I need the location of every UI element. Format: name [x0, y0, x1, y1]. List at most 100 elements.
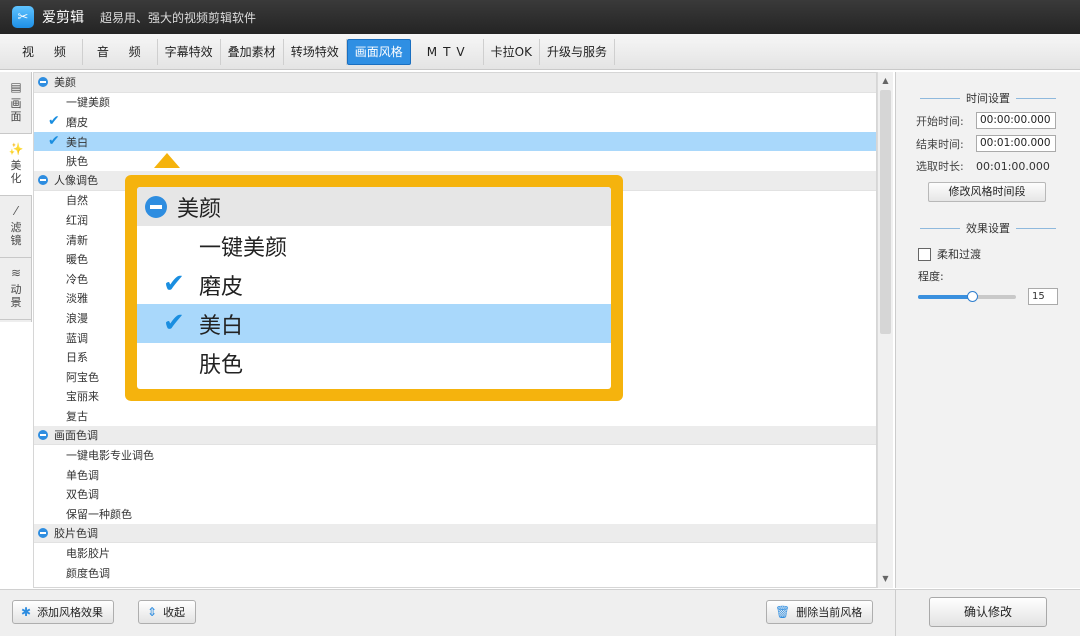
tab-transition-effects[interactable]: 转场特效 [284, 38, 347, 65]
item-label: 肤色 [66, 155, 88, 169]
scroll-up-icon[interactable]: ▲ [878, 74, 893, 88]
item-label: 日系 [66, 351, 88, 365]
list-item[interactable]: 保留一种颜色 [34, 504, 876, 524]
callout-item: 肤色 [137, 343, 611, 382]
duration-label: 选取时长: [916, 160, 964, 173]
tab-upgrade-service[interactable]: 升级与服务 [540, 38, 615, 65]
side-tab-label: 美化 [10, 159, 22, 185]
item-label: 自然 [66, 194, 88, 208]
tab-mtv[interactable]: MTV [411, 38, 484, 65]
start-time-label: 开始时间: [916, 114, 964, 128]
list-scrollbar[interactable]: ▲ ▼ [877, 72, 893, 588]
duration-value: 00:01:00.000 [976, 159, 1050, 173]
list-item[interactable]: 复古 [34, 406, 876, 426]
item-label: 复古 [66, 409, 88, 423]
degree-value-input[interactable]: 15 [1028, 288, 1058, 305]
scroll-down-icon[interactable]: ▼ [878, 572, 893, 586]
duration-row: 选取时长: 00:01:00.000 [916, 158, 1080, 174]
side-tab-label: 滤镜 [10, 221, 22, 247]
list-item[interactable]: 一键电影专业调色 [34, 445, 876, 465]
group-label: 画面色调 [54, 428, 98, 442]
group-header-picture-tone[interactable]: 画面色调 [34, 425, 876, 446]
add-effect-icon: ✱ [21, 605, 32, 619]
group-header-film-tone[interactable]: 胶片色调 [34, 523, 876, 544]
callout-item-label: 美白 [199, 313, 244, 339]
group-label: 人像调色 [54, 174, 98, 188]
soft-transition-checkbox[interactable] [918, 247, 931, 261]
tab-overlay-materials[interactable]: 叠加素材 [221, 38, 284, 65]
list-item[interactable]: ✔ 磨皮 [34, 112, 876, 132]
end-time-label: 结束时间: [916, 137, 964, 151]
item-label: 颜度色调 [66, 566, 110, 580]
item-label: 浪漫 [66, 311, 88, 325]
degree-slider[interactable] [918, 290, 1016, 302]
collapse-button[interactable]: ⇕ 收起 [138, 600, 197, 624]
tab-picture-style[interactable]: 画面风格 [346, 38, 411, 65]
item-label: 淡雅 [66, 292, 88, 306]
check-icon: ✔ [48, 132, 60, 149]
effect-settings-title: 效果设置 [896, 220, 1080, 236]
tab-video[interactable]: 视 频 [8, 38, 83, 65]
list-item[interactable]: 双色调 [34, 484, 876, 504]
add-style-label: 添加风格效果 [37, 606, 104, 619]
check-icon: ✔ [163, 269, 185, 299]
side-tab-picture[interactable]: ▤ 画面 [0, 72, 32, 134]
item-label: 蓝调 [66, 331, 88, 345]
start-time-input[interactable]: 00:00:00.000 [976, 112, 1056, 129]
side-tab-label: 画面 [10, 97, 22, 123]
list-item-selected[interactable]: ✔ 美白 [34, 131, 876, 152]
degree-label: 程度: [918, 270, 944, 283]
item-label: 红润 [66, 213, 88, 227]
side-tab-bar: ▤ 画面 ✨ 美化 ⁄ 滤镜 ≋ 动景 [0, 72, 32, 322]
add-style-button[interactable]: ✱ 添加风格效果 [12, 600, 115, 624]
check-icon: ✔ [163, 308, 185, 338]
trash-icon: 🗑 [775, 605, 791, 619]
callout-group-label: 美颜 [177, 196, 222, 222]
collapse-arrows-icon: ⇕ [147, 605, 158, 619]
callout-group-header: 美颜 [137, 187, 611, 226]
item-label: 阿宝色 [66, 370, 99, 384]
app-name: 爱剪辑 [42, 10, 84, 26]
collapse-icon [38, 175, 48, 186]
callout-item: ✔ 磨皮 [137, 265, 611, 304]
check-icon: ✔ [48, 113, 60, 130]
bottom-right-area: 确认修改 [895, 589, 1080, 636]
delete-style-button[interactable]: 🗑 删除当前风格 [766, 600, 874, 624]
scrollbar-thumb[interactable] [880, 90, 891, 334]
end-time-row: 结束时间: 00:01:00.000 [916, 135, 1080, 152]
callout-pointer [154, 153, 180, 168]
list-item[interactable]: 单色调 [34, 465, 876, 485]
modify-period-button[interactable]: 修改风格时间段 [928, 182, 1046, 202]
collapse-icon [38, 77, 48, 88]
item-label: 保留一种颜色 [66, 507, 132, 521]
zoom-callout: 美颜 一键美颜 ✔ 磨皮 ✔ 美白 肤色 [125, 175, 623, 401]
slider-knob[interactable] [966, 290, 978, 302]
item-label: 清新 [66, 233, 88, 247]
degree-slider-row: 15 [918, 288, 1080, 305]
list-item[interactable]: 电影胶片 [34, 543, 876, 563]
tab-audio[interactable]: 音 频 [83, 38, 158, 65]
side-tab-beautify[interactable]: ✨ 美化 [0, 134, 32, 196]
magic-wand-icon: ✨ [8, 142, 24, 156]
group-label: 胶片色调 [54, 526, 98, 540]
item-label: 双色调 [66, 488, 99, 502]
item-label: 单色调 [66, 468, 99, 482]
time-settings-title: 时间设置 [896, 90, 1080, 106]
wand-icon: ⁄ [14, 204, 17, 218]
collapse-icon [38, 527, 48, 538]
soft-transition-label: 柔和过渡 [937, 248, 981, 261]
slider-fill [918, 294, 972, 299]
group-header-beauty[interactable]: 美颜 [34, 73, 876, 93]
side-tab-filter[interactable]: ⁄ 滤镜 [0, 196, 32, 258]
tab-karaoke[interactable]: 卡拉OK [484, 38, 540, 65]
side-tab-motion[interactable]: ≋ 动景 [0, 258, 32, 320]
tab-subtitle-effects[interactable]: 字幕特效 [158, 38, 221, 65]
item-label: 一键电影专业调色 [66, 449, 154, 463]
list-item[interactable]: 一键美颜 [34, 93, 876, 113]
item-label: 磨皮 [66, 115, 88, 129]
callout-item-selected: ✔ 美白 [137, 304, 611, 343]
list-item[interactable]: 颜度色调 [34, 563, 876, 583]
group-label: 美颜 [54, 76, 76, 90]
end-time-input[interactable]: 00:01:00.000 [976, 135, 1056, 152]
confirm-modify-button[interactable]: 确认修改 [929, 597, 1047, 627]
